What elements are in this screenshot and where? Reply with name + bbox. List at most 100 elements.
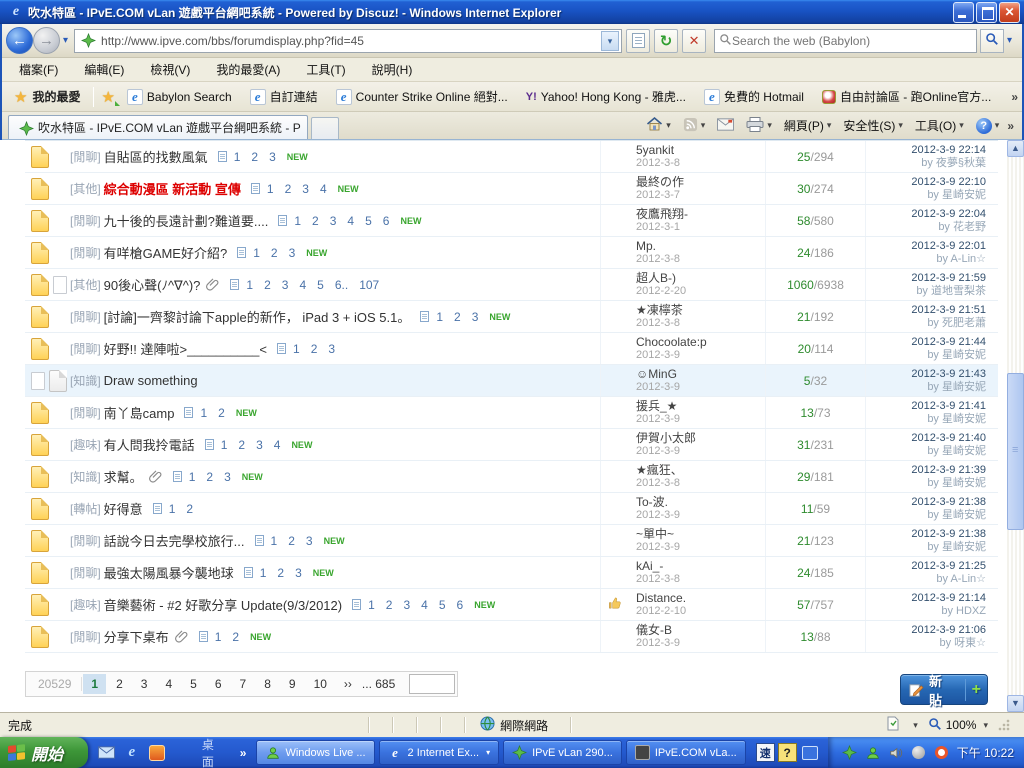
thread-author-name[interactable]: Chocoolate:p	[636, 336, 765, 349]
thread-title-link[interactable]: 音樂藝術 - #2 好歌分享 Update(9/3/2012)	[104, 595, 342, 614]
thread-title-link[interactable]: 好野!! 達陣啦>__________<	[104, 339, 267, 358]
lastpost-author[interactable]: by 夜夢§秋葉	[866, 157, 986, 170]
thread-page-link[interactable]: 2	[218, 406, 225, 420]
thread-page-link[interactable]: 3	[224, 470, 231, 484]
protected-mode-icon[interactable]	[886, 716, 900, 734]
favorites-item[interactable]: eCounter Strike Online 絕對...	[332, 85, 512, 108]
address-bar[interactable]: ▾	[74, 29, 622, 53]
taskbar-button[interactable]: e2 Internet Ex...▾	[379, 740, 500, 765]
thread-page-link[interactable]: 1	[271, 534, 278, 548]
ipve-tray-icon[interactable]	[842, 745, 858, 761]
thread-page-link[interactable]: 1	[221, 438, 228, 452]
lastpost-author[interactable]: by HDXZ	[866, 605, 986, 618]
favorites-item[interactable]: Y!Yahoo! Hong Kong - 雅虎...	[522, 85, 690, 108]
thread-title-link[interactable]: Draw something	[104, 373, 198, 388]
thread-author-name[interactable]: 5yankit	[636, 144, 765, 157]
scrollbar-thumb[interactable]	[1007, 373, 1024, 530]
forward-button[interactable]: →	[33, 27, 60, 54]
safety-menu-button[interactable]: 安全性(S)▾	[837, 112, 909, 139]
scroll-up-icon[interactable]: ▲	[1007, 140, 1024, 157]
favorites-item[interactable]: e自訂連結	[246, 85, 322, 108]
thread-page-link[interactable]: 3	[306, 534, 313, 548]
desktop-toolbar[interactable]: 桌面 »	[176, 736, 257, 768]
thread-page-link[interactable]: 6	[457, 598, 464, 612]
stop-button[interactable]: ✕	[682, 29, 706, 53]
menu-item-編輯(E)[interactable]: 編輯(E)	[71, 58, 137, 81]
lastpost-author[interactable]: by 星崎安妮	[866, 541, 986, 554]
minimize-button[interactable]	[953, 2, 974, 23]
thread-page-link[interactable]: 3	[472, 310, 479, 324]
lastpost-author[interactable]: by 道地雪梨茶	[866, 285, 986, 298]
favorites-item[interactable]: 自由討論區 - 跑Online官方...	[818, 85, 995, 108]
thread-page-link[interactable]: 3	[289, 246, 296, 260]
thread-page-link[interactable]: 1	[436, 310, 443, 324]
thread-page-link[interactable]: 1	[267, 182, 274, 196]
start-button[interactable]: 開始	[0, 737, 88, 768]
read-mail-button[interactable]	[711, 112, 740, 139]
thread-title-link[interactable]: 好得意	[104, 499, 143, 518]
page-link-4[interactable]: 4	[157, 674, 180, 694]
vertical-scrollbar[interactable]: ▲ ▼	[1007, 140, 1024, 712]
search-input[interactable]	[732, 34, 972, 48]
thread-author-name[interactable]: 儀女-B	[636, 624, 765, 637]
lastpost-time[interactable]: 2012-3-9 21:06	[866, 624, 986, 637]
lastpost-author[interactable]: by 星崎安妮	[866, 189, 986, 202]
thread-title-link[interactable]: 求幫。	[104, 467, 143, 486]
page-link-8[interactable]: 8	[256, 674, 279, 694]
page-jump-input[interactable]	[409, 674, 455, 694]
thread-title-link[interactable]: 分享下桌布	[104, 627, 169, 646]
thread-author-name[interactable]: 超人B-)	[636, 272, 765, 285]
tab-active[interactable]: 吹水特區 - IPvE.COM vLan 遊戲平台網吧系統 - Po...	[8, 115, 308, 139]
print-caret-icon[interactable]: ▾	[767, 120, 772, 131]
lastpost-author[interactable]: by A-Lin☆	[866, 253, 986, 266]
thread-title-link[interactable]: 90後心聲(ﾉ^∇^)?	[104, 275, 201, 294]
device-tray-icon[interactable]	[911, 745, 927, 761]
thread-page-link[interactable]: 4	[274, 438, 281, 452]
lastpost-author[interactable]: by 花老野	[866, 221, 986, 234]
thread-author-name[interactable]: 援兵_★	[636, 400, 765, 413]
favorites-item[interactable]: e免費的 Hotmail	[700, 85, 808, 108]
feeds-button[interactable]: ▾	[677, 112, 712, 139]
ie-quicklaunch-icon[interactable]: e	[123, 744, 141, 762]
thread-page-link[interactable]: 107	[359, 278, 379, 292]
thread-page-link[interactable]: 2	[311, 342, 318, 356]
messenger-tray-icon[interactable]	[865, 745, 881, 761]
page-link-1[interactable]: 1	[83, 674, 106, 694]
thread-author-name[interactable]: 夜鷹飛翔-	[636, 208, 765, 221]
thread-page-link[interactable]: 2	[277, 566, 284, 580]
home-button[interactable]: ▾	[640, 112, 677, 139]
thread-page-link[interactable]: 2	[271, 246, 278, 260]
thread-page-link[interactable]: 5	[317, 278, 324, 292]
lastpost-time[interactable]: 2012-3-9 21:44	[866, 336, 986, 349]
ime-help-button[interactable]: ?	[778, 743, 797, 762]
thread-author-name[interactable]: ★凍檸茶	[636, 304, 765, 317]
thread-page-link[interactable]: 2	[288, 534, 295, 548]
thread-page-link[interactable]: 2	[264, 278, 271, 292]
page-link-6[interactable]: 6	[207, 674, 230, 694]
volume-icon[interactable]	[888, 745, 904, 761]
thread-page-link[interactable]: 4	[299, 278, 306, 292]
favorites-item[interactable]: eBabylon Search	[123, 86, 236, 108]
orange-ring-tray-icon[interactable]	[934, 745, 950, 761]
lastpost-time[interactable]: 2012-3-9 21:25	[866, 560, 986, 573]
next-page-button[interactable]: ››	[336, 674, 360, 694]
thread-page-link[interactable]: 2	[232, 630, 239, 644]
thread-author-name[interactable]: kAi_-	[636, 560, 765, 573]
thread-title-link[interactable]: 有咩槍GAME好介紹?	[104, 243, 228, 262]
print-button[interactable]: ▾	[740, 112, 778, 139]
thread-page-link[interactable]: 1	[215, 630, 222, 644]
lastpost-time[interactable]: 2012-3-9 22:10	[866, 176, 986, 189]
outlook-express-icon[interactable]	[98, 744, 116, 762]
menu-item-檢視(V)[interactable]: 檢視(V)	[137, 58, 203, 81]
thread-author-name[interactable]: To-波.	[636, 496, 765, 509]
thread-author-name[interactable]: ~單中~	[636, 528, 765, 541]
lastpost-author[interactable]: by 星崎安妮	[866, 413, 986, 426]
favorites-overflow-chevron-icon[interactable]: »	[1011, 90, 1018, 104]
thread-author-name[interactable]: ☺MinG	[636, 368, 765, 381]
thread-page-link[interactable]: 6..	[335, 278, 348, 292]
thread-page-link[interactable]: 1	[189, 470, 196, 484]
lastpost-author[interactable]: by 星崎安妮	[866, 477, 986, 490]
page-link-5[interactable]: 5	[182, 674, 205, 694]
thread-page-link[interactable]: 3	[269, 150, 276, 164]
search-options-caret-icon[interactable]: ▾	[1007, 35, 1012, 46]
